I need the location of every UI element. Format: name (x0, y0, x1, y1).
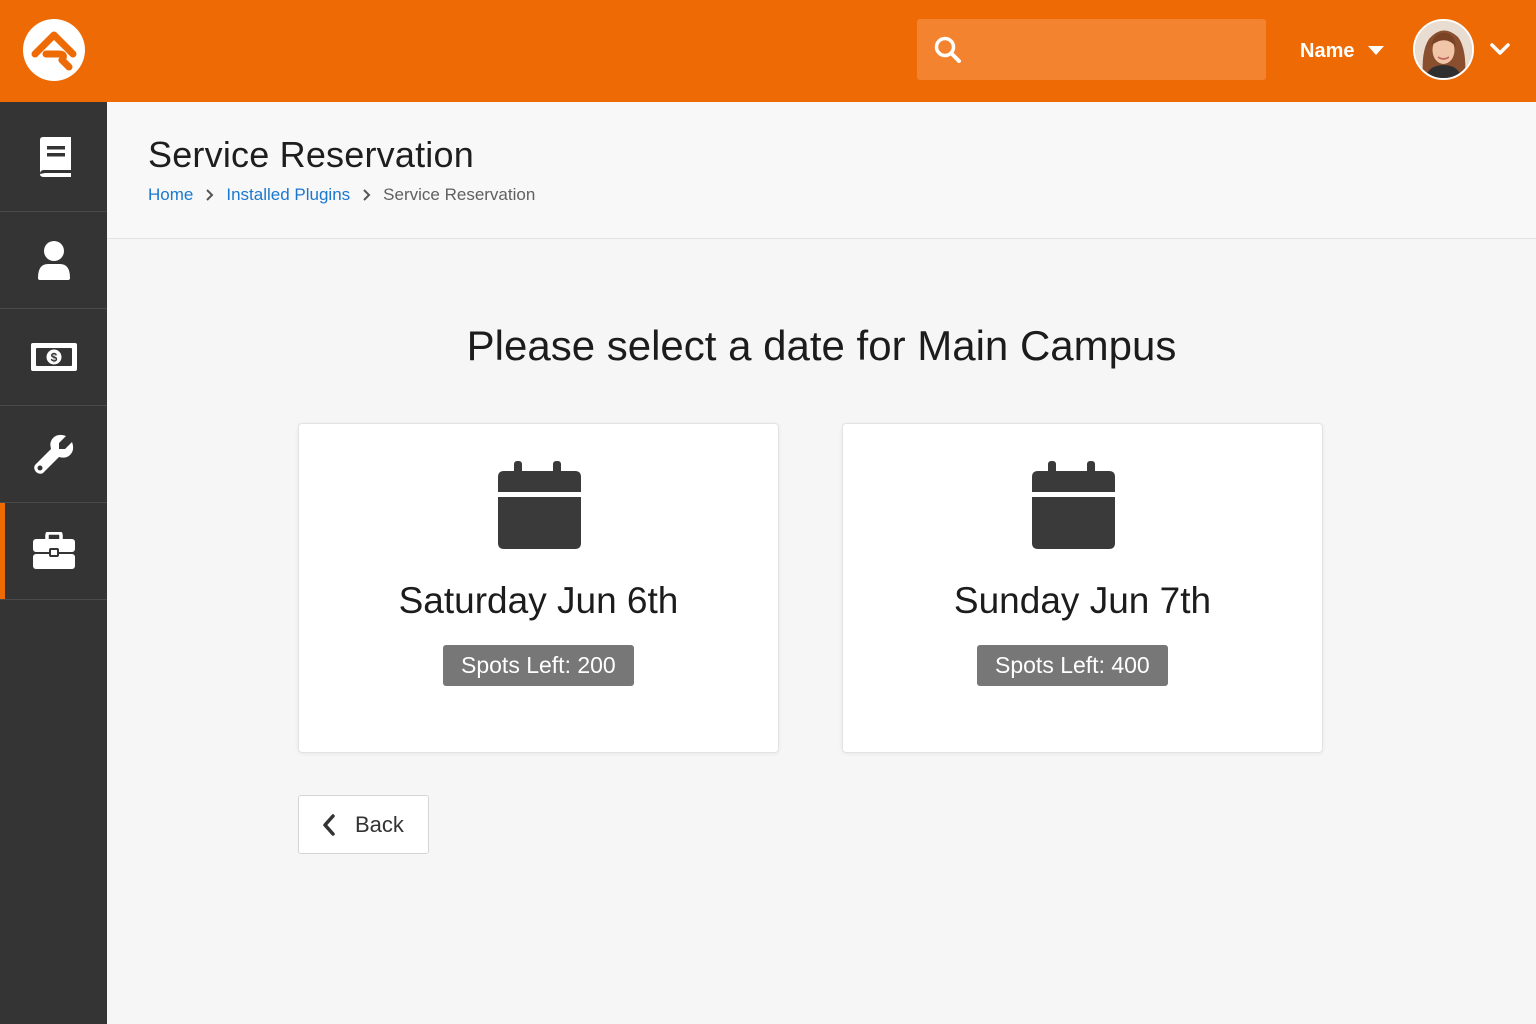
breadcrumb-current: Service Reservation (383, 185, 536, 204)
chevron-right-icon (362, 188, 371, 202)
calendar-icon (1032, 461, 1115, 549)
page-header: Service Reservation Home Installed Plugi… (107, 102, 1536, 239)
breadcrumb-installed-plugins[interactable]: Installed Plugins (226, 185, 350, 205)
date-label: Sunday Jun 7th (953, 580, 1212, 621)
search-box[interactable] (917, 19, 1266, 80)
search-input[interactable] (977, 39, 1257, 60)
back-button[interactable]: Back (298, 795, 429, 854)
user-avatar[interactable] (1413, 19, 1474, 80)
sidebar: $ (0, 102, 107, 1024)
wrench-icon (33, 434, 73, 474)
chevron-left-icon (323, 813, 335, 836)
chevron-down-icon[interactable] (1489, 40, 1511, 60)
date-card-sunday[interactable]: Sunday Jun 7th Spots Left: 400 (842, 423, 1323, 753)
sidebar-item-people[interactable] (0, 212, 107, 309)
breadcrumb: Home Installed Plugins Service Reservati… (148, 185, 535, 205)
top-bar: Name (0, 0, 1536, 102)
svg-text:$: $ (50, 351, 57, 365)
caret-down-icon (1368, 46, 1385, 55)
user-name-label: Name (1300, 39, 1355, 62)
calendar-icon (498, 461, 581, 549)
date-card-saturday[interactable]: Saturday Jun 6th Spots Left: 200 (298, 423, 779, 753)
date-selection-prompt: Please select a date for Main Campus (466, 322, 1177, 369)
sidebar-item-admin[interactable] (0, 503, 107, 600)
spots-left-badge: Spots Left: 200 (443, 645, 634, 686)
rock-logo[interactable] (23, 19, 85, 81)
page-title: Service Reservation (148, 134, 474, 175)
spots-left-badge: Spots Left: 400 (977, 645, 1168, 686)
back-button-label: Back (355, 811, 404, 837)
breadcrumb-home[interactable]: Home (148, 185, 193, 205)
book-icon (39, 136, 71, 177)
search-icon (934, 36, 961, 63)
rock-logo-icon (31, 31, 77, 71)
money-icon: $ (30, 343, 77, 371)
briefcase-icon (32, 532, 75, 569)
sidebar-item-finance[interactable]: $ (0, 309, 107, 406)
sidebar-item-book[interactable] (0, 102, 107, 212)
user-menu[interactable]: Name (1300, 36, 1385, 66)
sidebar-item-tools[interactable] (0, 406, 107, 503)
date-label: Saturday Jun 6th (398, 580, 679, 621)
person-icon (37, 241, 70, 280)
avatar-image (1415, 21, 1472, 78)
chevron-right-icon (205, 188, 214, 202)
